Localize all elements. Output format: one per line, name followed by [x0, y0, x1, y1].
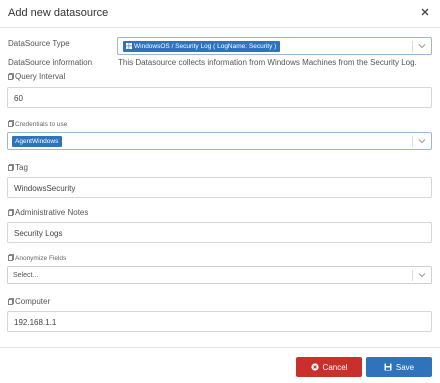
copy-icon	[8, 164, 14, 171]
tag-label: Tag	[8, 163, 28, 172]
tag-value: WindowsSecurity	[14, 184, 76, 193]
copy-icon	[8, 209, 14, 216]
select-divider	[412, 270, 413, 281]
close-icon[interactable]	[420, 7, 430, 17]
tag-label-text: Tag	[15, 163, 28, 172]
datasource-type-value: WindowsOS / Security Log ( LogName: Secu…	[134, 43, 277, 50]
save-button[interactable]: Save	[366, 357, 432, 377]
computer-label-text: Computer	[15, 297, 51, 306]
cancel-circle-icon	[310, 363, 319, 371]
credentials-value: AgentWindows	[15, 138, 59, 145]
copy-icon	[8, 120, 14, 127]
anonymize-fields-select[interactable]: Select...	[7, 266, 432, 284]
windows-icon	[126, 43, 132, 49]
datasource-info-text: This Datasource collects information fro…	[118, 58, 417, 67]
footer-divider	[0, 347, 440, 348]
datasource-type-label: DataSource Type	[8, 39, 70, 48]
datasource-info-label: DataSource information	[8, 58, 93, 67]
admin-notes-label: Administrative Notes	[8, 208, 88, 217]
credentials-select[interactable]: AgentWindows	[7, 132, 432, 150]
credentials-chip: AgentWindows	[12, 136, 63, 147]
admin-notes-input[interactable]: Security Logs	[7, 222, 432, 243]
dialog-header: Add new datasource	[0, 0, 440, 28]
query-interval-value: 60	[14, 94, 23, 103]
select-divider	[412, 41, 413, 52]
credentials-label: Credentials to use	[8, 120, 67, 128]
chevron-down-icon[interactable]	[418, 272, 426, 278]
cancel-button-label: Cancel	[322, 362, 348, 372]
computer-value: 192.168.1.1	[14, 318, 57, 327]
cancel-button[interactable]: Cancel	[296, 357, 362, 377]
query-interval-label: Query Interval	[8, 72, 65, 81]
copy-icon	[8, 298, 14, 305]
copy-icon	[8, 73, 14, 80]
computer-label: Computer	[8, 297, 50, 306]
admin-notes-value: Security Logs	[14, 229, 63, 238]
chevron-down-icon[interactable]	[418, 43, 426, 49]
dialog-title: Add new datasource	[8, 7, 109, 19]
anonymize-placeholder: Select...	[13, 272, 39, 279]
save-button-label: Save	[395, 362, 415, 372]
floppy-disk-icon	[384, 363, 392, 371]
tag-input[interactable]: WindowsSecurity	[7, 177, 432, 198]
copy-icon	[8, 254, 14, 261]
anonymize-label-text: Anonymize Fields	[15, 255, 67, 262]
datasource-type-select[interactable]: WindowsOS / Security Log ( LogName: Secu…	[117, 37, 432, 55]
select-divider	[412, 136, 413, 147]
credentials-label-text: Credentials to use	[15, 121, 68, 128]
datasource-type-chip: WindowsOS / Security Log ( LogName: Secu…	[123, 41, 281, 52]
query-interval-label-text: Query Interval	[15, 72, 66, 81]
anonymize-label: Anonymize Fields	[8, 254, 66, 262]
admin-notes-label-text: Administrative Notes	[15, 208, 89, 217]
query-interval-input[interactable]: 60	[7, 87, 432, 108]
add-datasource-dialog: Add new datasource DataSource Type Windo…	[0, 0, 440, 383]
chevron-down-icon[interactable]	[418, 138, 426, 144]
computer-input[interactable]: 192.168.1.1	[7, 311, 432, 332]
